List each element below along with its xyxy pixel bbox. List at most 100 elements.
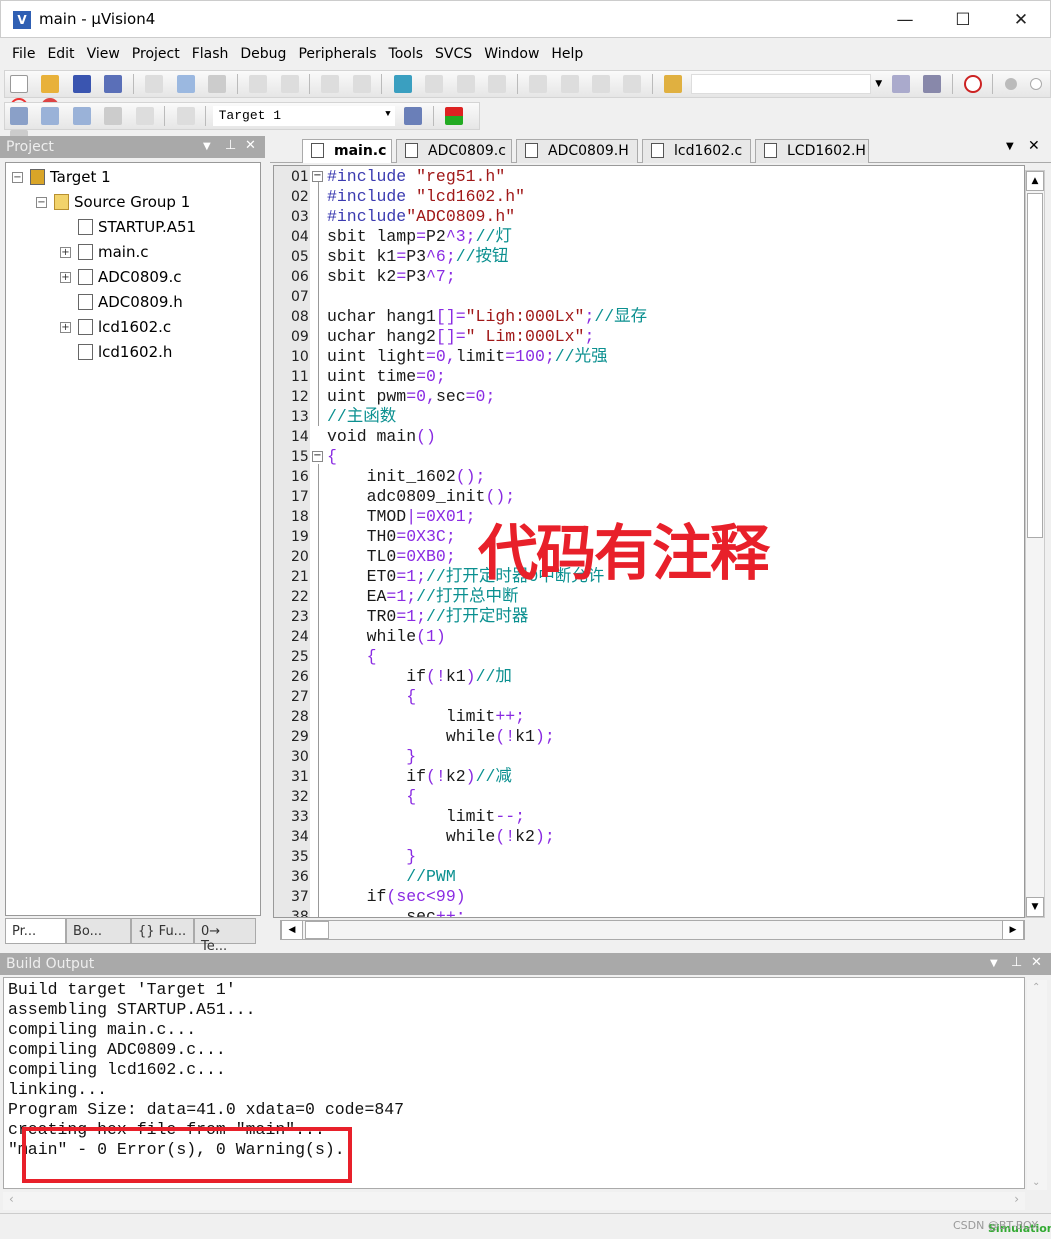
save-all-icon[interactable] (104, 75, 123, 93)
bookmark-clear-icon[interactable] (488, 75, 507, 93)
scroll-right-icon[interactable]: ▶ (1002, 920, 1024, 940)
tree-item[interactable]: ADC0809.h (78, 292, 183, 312)
target-select[interactable]: Target 1 ▼ (212, 106, 395, 126)
breakpoint-icon[interactable] (1004, 78, 1017, 90)
paste-icon[interactable] (208, 75, 227, 93)
panel-menu-arrow-icon[interactable]: ▼ (990, 958, 998, 969)
panel-menu-arrow-icon[interactable]: ▼ (203, 141, 211, 152)
menu-view[interactable]: View (81, 40, 126, 62)
scroll-right-icon[interactable]: › (1014, 1192, 1019, 1206)
tab-main-c[interactable]: main.c (302, 139, 392, 163)
tab-lcd1602-c[interactable]: lcd1602.c (642, 139, 751, 163)
collapse-icon[interactable]: − (12, 172, 23, 183)
watermark: CSDN @BT-BOX (953, 1219, 1039, 1232)
target-options-icon[interactable] (404, 107, 423, 125)
indent-icon[interactable] (529, 75, 548, 93)
incremental-find-icon[interactable] (891, 75, 910, 93)
nav-back-icon[interactable] (321, 75, 340, 93)
code-token: =0; (465, 387, 496, 406)
copy-icon[interactable] (176, 75, 195, 93)
scrollbar-thumb[interactable] (1027, 193, 1043, 538)
comment-icon[interactable] (591, 75, 610, 93)
expand-icon[interactable]: + (60, 247, 71, 258)
panel-tab[interactable]: Pr... (5, 918, 66, 944)
scroll-up-icon[interactable]: ▲ (1026, 171, 1044, 191)
expand-icon[interactable]: + (60, 272, 71, 283)
tab-lcd1602-h[interactable]: LCD1602.H (755, 139, 869, 163)
fold-toggle-icon[interactable]: − (312, 171, 323, 182)
panel-close-icon[interactable]: ✕ (245, 138, 256, 153)
bookmark-next-icon[interactable] (456, 75, 475, 93)
menu-help[interactable]: Help (545, 40, 589, 62)
tab-list-arrow-icon[interactable]: ▼ (1006, 141, 1014, 152)
load-download-icon[interactable] (176, 107, 195, 125)
uncomment-icon[interactable] (623, 75, 642, 93)
menu-file[interactable]: File (6, 40, 41, 62)
save-icon[interactable] (72, 75, 91, 93)
scrollbar-thumb[interactable] (305, 921, 329, 939)
tree-item[interactable]: main.c (78, 242, 149, 262)
scroll-down-icon[interactable]: ⌄ (1032, 1177, 1040, 1188)
collapse-icon[interactable]: − (36, 197, 47, 208)
manage-components-icon[interactable] (444, 107, 463, 125)
redo-icon[interactable] (280, 75, 299, 93)
code-token: //打开定时器 (426, 607, 529, 626)
unindent-icon[interactable] (560, 75, 579, 93)
stop-build-icon[interactable] (135, 107, 154, 125)
new-file-icon[interactable] (10, 75, 28, 93)
project-tree: Target 1− Source Group 1− STARTUP.A51 main.… (5, 162, 261, 916)
fold-toggle-icon[interactable]: − (312, 451, 323, 462)
menu-debug[interactable]: Debug (234, 40, 292, 62)
configure-icon[interactable] (923, 75, 942, 93)
menu-project[interactable]: Project (126, 40, 186, 62)
editor-horizontal-scrollbar[interactable]: ◀ ▶ (280, 920, 1025, 940)
tab-adc0809-h[interactable]: ADC0809.H (516, 139, 638, 163)
batch-build-icon[interactable] (104, 107, 123, 125)
nav-forward-icon[interactable] (352, 75, 371, 93)
menu-edit[interactable]: Edit (41, 40, 80, 62)
find-input[interactable] (690, 74, 871, 94)
output-vertical-scrollbar[interactable]: ⌃ ⌄ (1027, 980, 1047, 1190)
open-folder-icon[interactable] (41, 75, 60, 93)
debug-session-icon[interactable] (963, 75, 982, 93)
pin-icon[interactable]: ⊥ (1011, 955, 1022, 970)
tree-item[interactable]: Target 1 (30, 167, 111, 187)
menu-flash[interactable]: Flash (186, 40, 235, 62)
scroll-left-icon[interactable]: ◀ (281, 920, 303, 940)
tree-item[interactable]: ADC0809.c (78, 267, 181, 287)
pin-icon[interactable]: ⊥ (225, 138, 236, 153)
output-horizontal-scrollbar[interactable]: ‹ › (3, 1192, 1025, 1210)
find-dropdown-arrow-icon[interactable]: ▼ (875, 79, 882, 89)
rebuild-icon[interactable] (72, 107, 91, 125)
tree-item[interactable]: Source Group 1 (54, 192, 190, 212)
tree-item[interactable]: lcd1602.c (78, 317, 171, 337)
panel-tab[interactable]: {} Fu... (131, 918, 194, 944)
scroll-up-icon[interactable]: ⌃ (1032, 982, 1040, 993)
panel-tab[interactable]: Bo... (66, 918, 131, 944)
panel-close-icon[interactable]: ✕ (1031, 955, 1042, 970)
maximize-button[interactable]: ☐ (934, 1, 992, 39)
close-tab-icon[interactable]: ✕ (1028, 138, 1040, 154)
menu-window[interactable]: Window (478, 40, 545, 62)
translate-icon[interactable] (10, 107, 28, 125)
bookmark-icon[interactable] (393, 75, 412, 93)
expand-icon[interactable]: + (60, 322, 71, 333)
build-icon[interactable] (41, 107, 60, 125)
menu-svcs[interactable]: SVCS (429, 40, 478, 62)
close-button[interactable]: ✕ (992, 1, 1050, 39)
undo-icon[interactable] (249, 75, 268, 93)
tree-item[interactable]: STARTUP.A51 (78, 217, 196, 237)
menu-peripherals[interactable]: Peripherals (292, 40, 382, 62)
scroll-left-icon[interactable]: ‹ (9, 1192, 14, 1206)
cut-icon[interactable] (145, 75, 164, 93)
menu-tools[interactable]: Tools (383, 40, 430, 62)
scroll-down-icon[interactable]: ▼ (1026, 897, 1044, 917)
find-in-files-icon[interactable] (664, 75, 683, 93)
panel-tab[interactable]: 0→ Te... (194, 918, 256, 954)
tab-adc0809-c[interactable]: ADC0809.c (396, 139, 512, 163)
bookmark-prev-icon[interactable] (425, 75, 444, 93)
enable-breakpoint-icon[interactable] (1030, 78, 1043, 90)
editor-vertical-scrollbar[interactable]: ▲ ▼ (1025, 170, 1045, 918)
minimize-button[interactable]: — (876, 1, 934, 39)
tree-item[interactable]: lcd1602.h (78, 342, 172, 362)
